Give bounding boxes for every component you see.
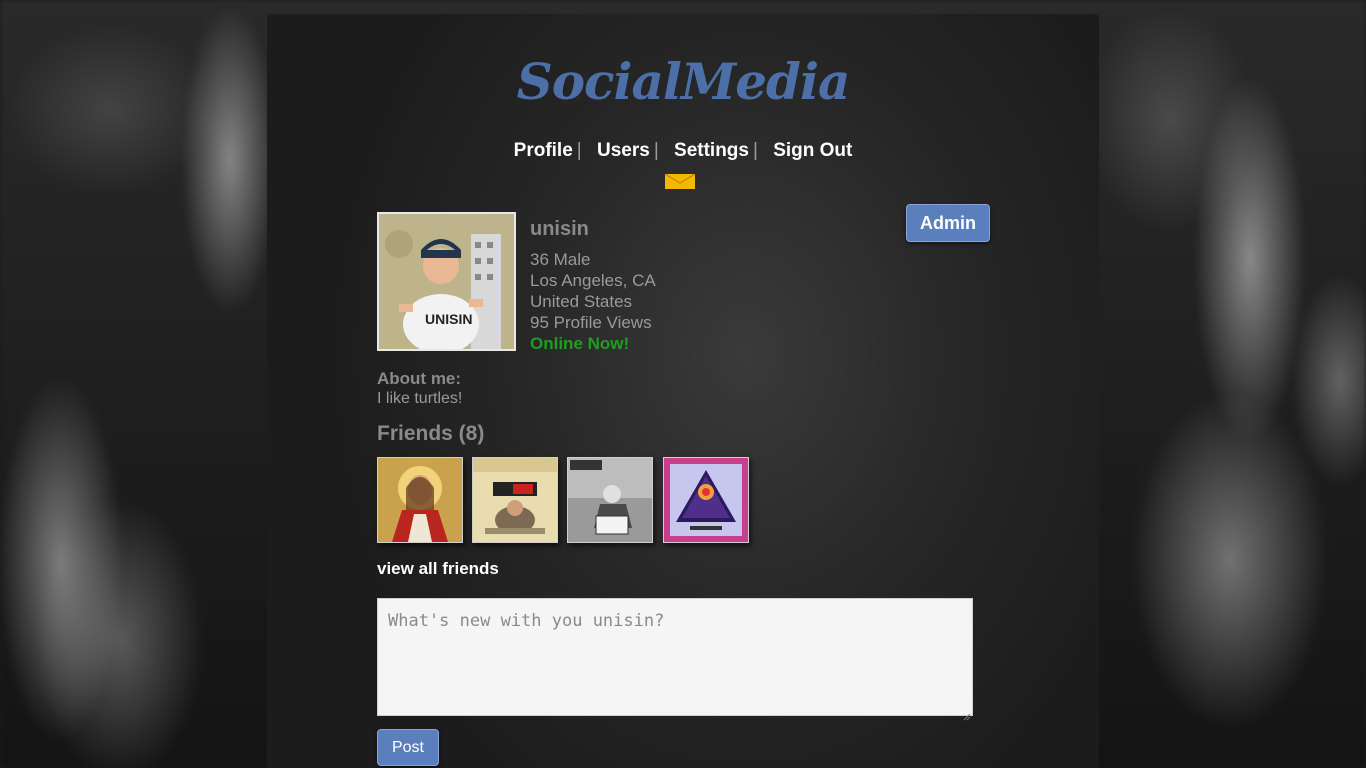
main-nav: Profile | Users | Settings | Sign Out bbox=[267, 140, 1099, 162]
profile-country: United States bbox=[530, 292, 633, 311]
friend-thumbnail[interactable] bbox=[663, 457, 749, 543]
resize-handle-icon[interactable] bbox=[963, 706, 971, 721]
friend-thumbnail[interactable] bbox=[377, 457, 463, 543]
profile-city: Los Angeles, CA bbox=[530, 271, 656, 290]
nav-separator: | bbox=[653, 140, 659, 161]
friend-thumbnail[interactable] bbox=[472, 457, 558, 543]
view-all-friends-link[interactable]: view all friends bbox=[377, 559, 499, 579]
nav-users[interactable]: Users bbox=[593, 140, 654, 161]
profile-username: unisin bbox=[530, 218, 589, 240]
post-button[interactable]: Post bbox=[377, 729, 439, 766]
nav-profile[interactable]: Profile bbox=[510, 140, 577, 161]
about-heading: About me: bbox=[377, 369, 462, 388]
about-text: I like turtles! bbox=[377, 390, 463, 407]
friends-heading: Friends (8) bbox=[377, 422, 485, 445]
nav-separator: | bbox=[576, 140, 582, 161]
profile-age-gender: 36 Male bbox=[530, 250, 591, 269]
admin-button[interactable]: Admin bbox=[906, 204, 990, 242]
nav-separator: | bbox=[752, 140, 758, 161]
nav-settings[interactable]: Settings bbox=[670, 140, 753, 161]
profile-avatar[interactable]: UNISIN bbox=[377, 212, 516, 351]
online-status: Online Now! bbox=[530, 334, 630, 353]
profile-info: unisin 36 Male Los Angeles, CA United St… bbox=[530, 218, 656, 354]
main-panel: SocialMedia Profile | Users | Settings | Si… bbox=[267, 14, 1099, 768]
nav-sign-out[interactable]: Sign Out bbox=[769, 140, 856, 161]
profile-views: 95 Profile Views bbox=[530, 313, 652, 332]
status-update-input[interactable] bbox=[377, 598, 973, 716]
envelope-icon[interactable] bbox=[665, 174, 695, 189]
site-logo[interactable]: SocialMedia bbox=[267, 52, 1099, 111]
friend-thumbnail[interactable] bbox=[567, 457, 653, 543]
svg-text:UNISIN: UNISIN bbox=[425, 311, 472, 327]
